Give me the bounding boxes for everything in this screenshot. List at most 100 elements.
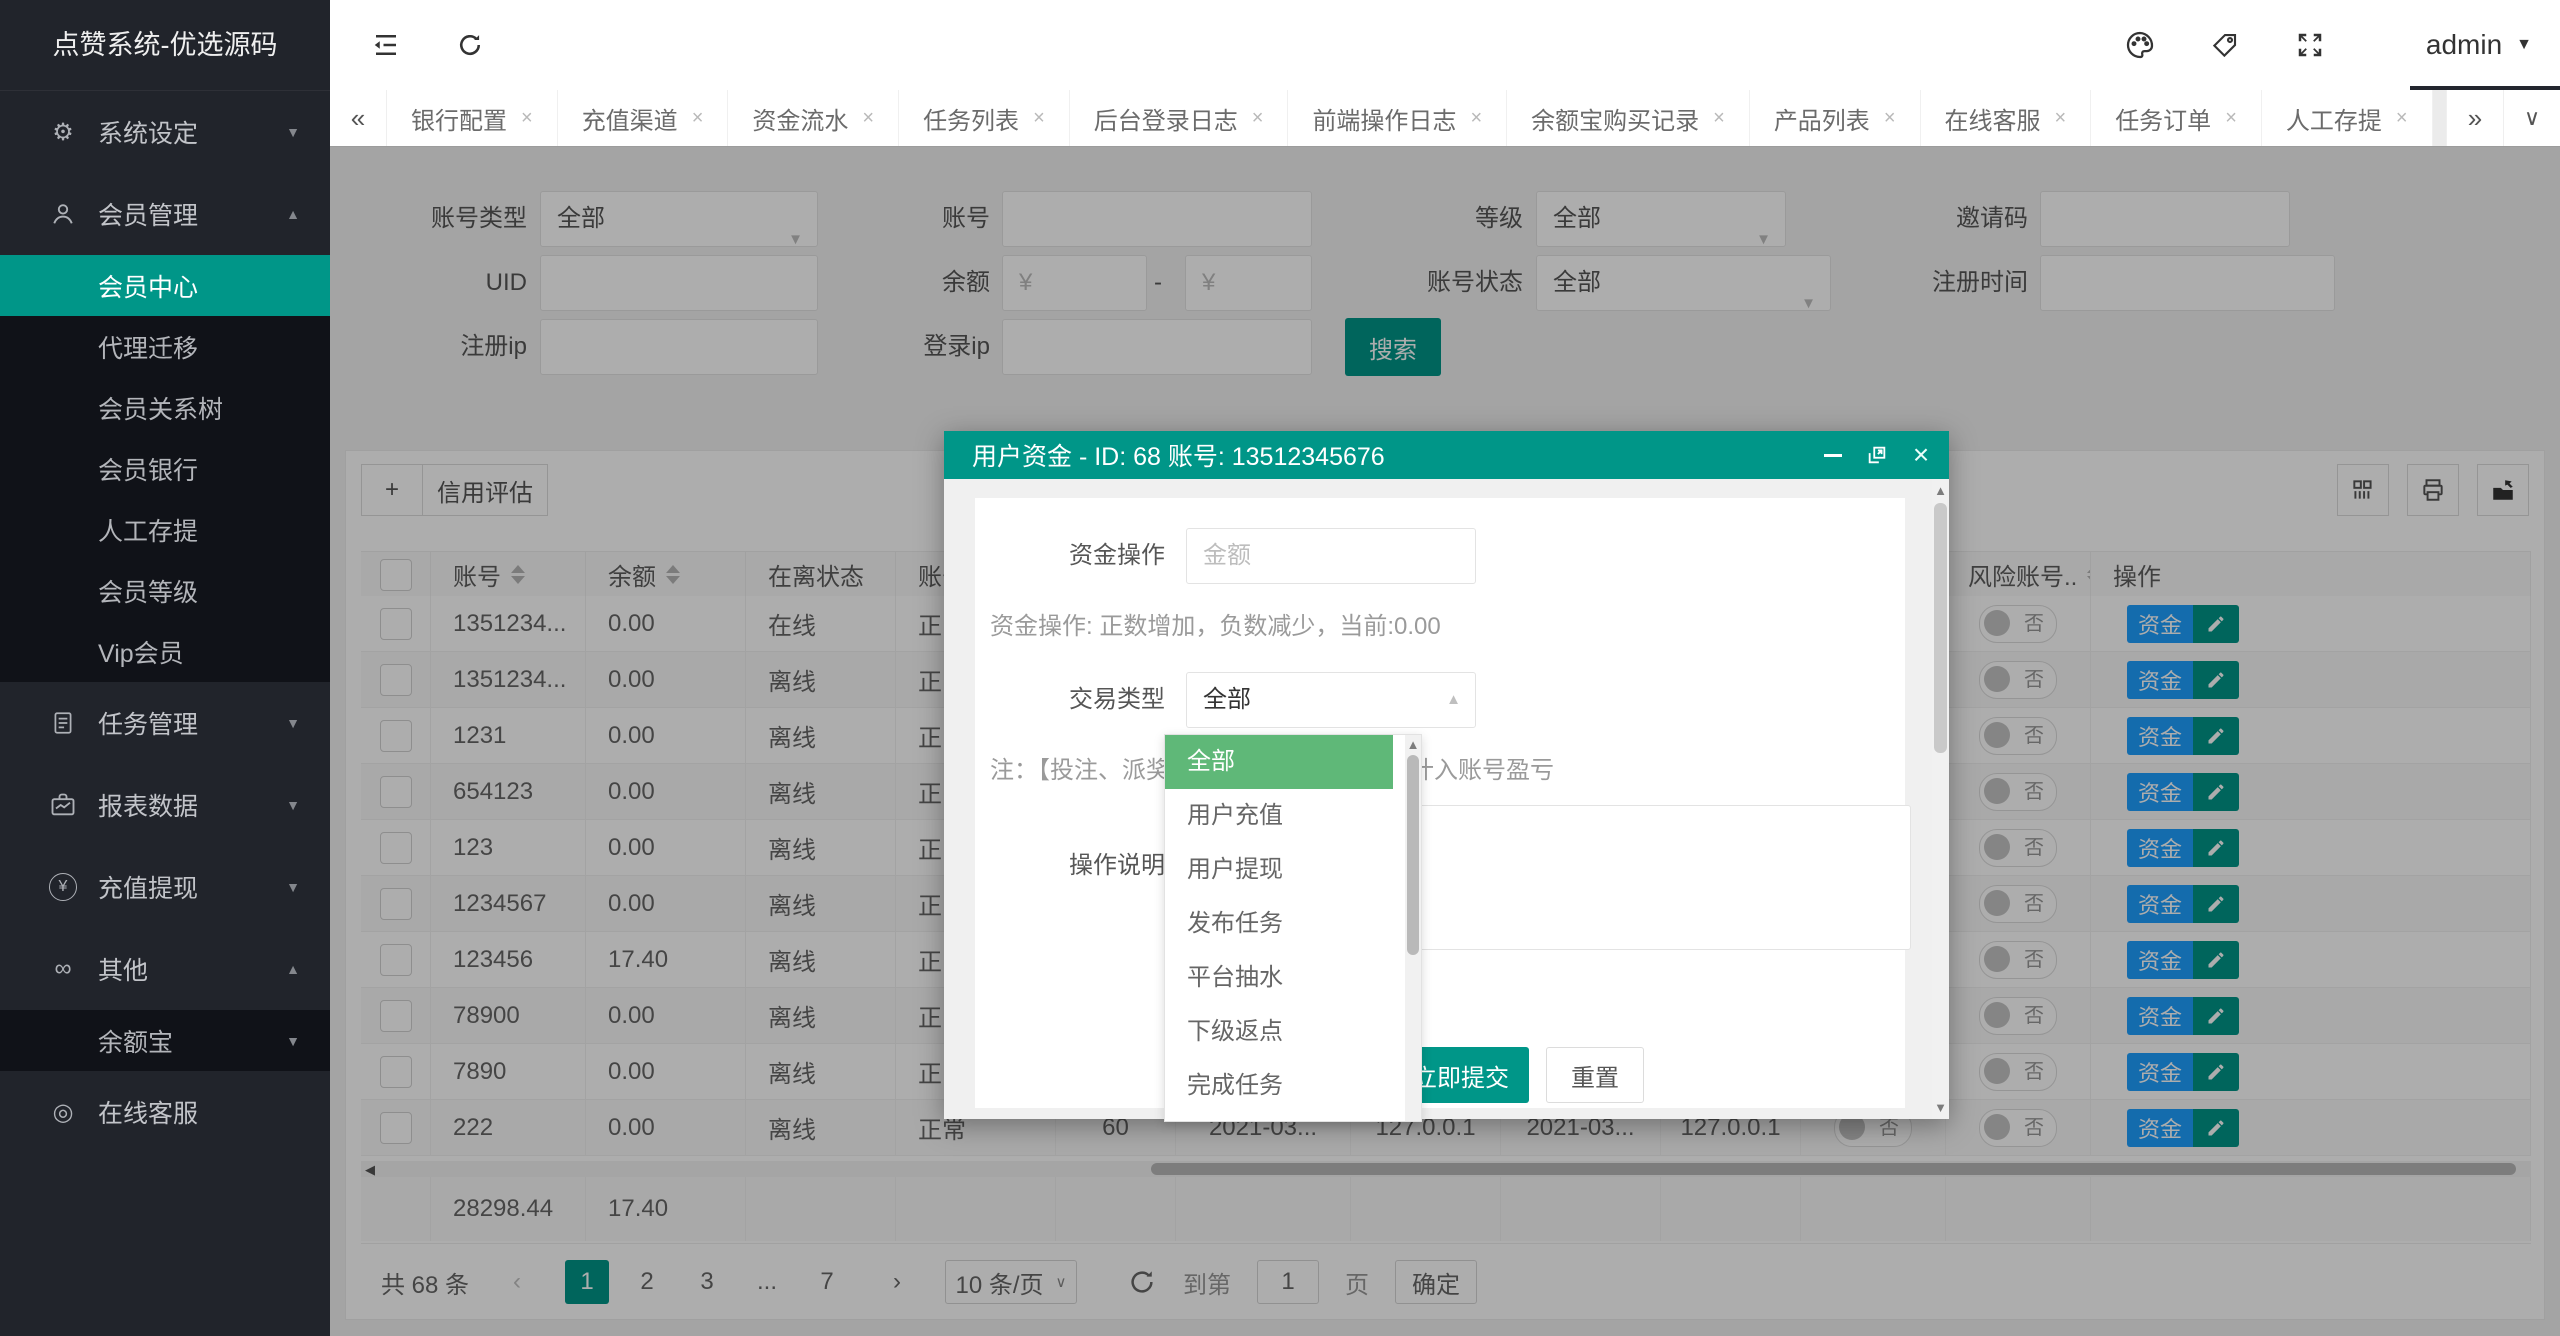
scroll-up-arrow-icon[interactable]: ▲: [1932, 483, 1949, 498]
chevron-up-icon: ▲: [286, 206, 300, 222]
tab-前端操作日志[interactable]: 前端操作日志×: [1288, 90, 1507, 146]
sidebar-subitem-label: 会员银行: [98, 451, 198, 487]
sidebar-item[interactable]: ¥充值提现▼: [0, 846, 330, 928]
close-icon[interactable]: ×: [1713, 107, 1725, 130]
dropdown-option[interactable]: 用户提现: [1165, 843, 1393, 897]
tab-银行配置[interactable]: 银行配置 ×: [387, 90, 558, 146]
dropdown-option[interactable]: 下级返点: [1165, 1005, 1393, 1059]
refresh-icon[interactable]: [440, 0, 500, 90]
maximize-icon[interactable]: [1855, 431, 1899, 479]
close-icon[interactable]: ×: [862, 107, 874, 130]
scroll-up-arrow-icon[interactable]: ▲: [1405, 737, 1421, 752]
dropdown-option[interactable]: 完成任务: [1165, 1059, 1393, 1113]
tab-会员[interactable]: 会员: [2433, 90, 2446, 146]
sidebar-item[interactable]: 报表数据▼: [0, 764, 330, 846]
sidebar-subitem-label: 会员等级: [98, 573, 198, 609]
collapse-sidebar-icon[interactable]: [356, 0, 416, 90]
gear-icon: ⚙: [46, 118, 80, 147]
tag-icon[interactable]: [2195, 0, 2255, 90]
reset-button[interactable]: 重置: [1546, 1047, 1644, 1103]
sidebar-item[interactable]: ⚙系统设定▼: [0, 91, 330, 173]
dropdown-option[interactable]: 平台抽水: [1165, 951, 1393, 1005]
close-icon[interactable]: ×: [1033, 107, 1045, 130]
tabs-scroll-right-icon[interactable]: »: [2446, 90, 2503, 146]
operation-desc-label: 操作说明: [1025, 838, 1165, 894]
app-title: 点赞系统-优选源码: [0, 0, 330, 91]
sidebar-item[interactable]: 任务管理▼: [0, 682, 330, 764]
top-header: admin ▼: [330, 0, 2560, 90]
sidebar-subitem[interactable]: 代理迁移: [0, 316, 330, 377]
close-icon[interactable]: ×: [2055, 107, 2067, 130]
close-icon[interactable]: ×: [692, 107, 704, 130]
user-icon: [46, 200, 80, 228]
sidebar-subitem[interactable]: 会员银行: [0, 438, 330, 499]
sidebar-subitem[interactable]: Vip会员: [0, 621, 330, 682]
sidebar-item-label: 充值提现: [98, 869, 198, 905]
tab-label: 产品列表: [1774, 101, 1870, 136]
close-icon[interactable]: ×: [1470, 107, 1482, 130]
tab-label: 在线客服: [1945, 101, 2041, 136]
modal-scroll-thumb[interactable]: [1934, 503, 1947, 753]
chevron-down-icon: ▼: [286, 124, 300, 140]
sidebar-subitem-label: 会员中心: [98, 268, 198, 304]
sidebar-subitem-label: Vip会员: [98, 634, 184, 670]
fund-amount-input[interactable]: 金额: [1186, 528, 1476, 584]
sidebar-item-label: 报表数据: [98, 787, 198, 823]
tab-产品列表[interactable]: 产品列表 ×: [1750, 90, 1921, 146]
sidebar: 点赞系统-优选源码 ⚙系统设定▼会员管理▲会员中心代理迁移会员关系树会员银行人工…: [0, 0, 330, 1336]
sidebar-item[interactable]: 会员管理▲: [0, 173, 330, 255]
modal-scrollbar[interactable]: ▲ ▼: [1932, 479, 1949, 1119]
close-icon[interactable]: ×: [1884, 107, 1896, 130]
chevron-down-icon: ▼: [2516, 36, 2532, 54]
close-icon[interactable]: ×: [1899, 431, 1943, 479]
tab-在线客服[interactable]: 在线客服 ×: [1921, 90, 2092, 146]
tab-任务订单[interactable]: 任务订单×: [2091, 90, 2262, 146]
dropdown-option[interactable]: 发布任务: [1165, 897, 1393, 951]
sidebar-item-label: 在线客服: [98, 1094, 198, 1130]
tabs-scroll-left-icon[interactable]: «: [330, 90, 387, 146]
dropdown-scroll-thumb[interactable]: [1407, 755, 1419, 955]
trade-type-select[interactable]: 全部 ▲: [1186, 672, 1476, 728]
theme-palette-icon[interactable]: [2110, 0, 2170, 90]
chevron-up-icon: ▲: [286, 961, 300, 977]
user-fund-modal: 用户资金 - ID: 68 账号: 13512345676 × 资金操作 金额 …: [944, 431, 1949, 1119]
sidebar-subitem[interactable]: 余额宝▼: [0, 1010, 330, 1071]
sidebar-subitem[interactable]: 会员等级: [0, 560, 330, 621]
tabs-more-icon[interactable]: ∨: [2503, 90, 2560, 146]
fullscreen-icon[interactable]: [2280, 0, 2340, 90]
tab-余额宝购买记录[interactable]: 余额宝购买记录×: [1507, 90, 1750, 146]
sidebar-subitem-label: 人工存提: [98, 512, 198, 548]
modal-body: 资金操作 金额 资金操作: 正数增加，负数减少，当前:0.00 交易类型 全部 …: [975, 498, 1905, 1108]
sidebar-item[interactable]: ∞其他▲: [0, 928, 330, 1010]
chart-icon: [46, 791, 80, 819]
tab-人工存提[interactable]: 人工存提×: [2262, 90, 2433, 146]
sidebar-subitem[interactable]: 会员关系树: [0, 377, 330, 438]
minimize-icon[interactable]: [1811, 431, 1855, 479]
tab-资金流水[interactable]: 资金流水 ×: [728, 90, 899, 146]
dropdown-scrollbar[interactable]: ▲: [1405, 735, 1421, 1121]
sidebar-item[interactable]: ◎在线客服: [0, 1071, 330, 1153]
sidebar-subitem-label: 代理迁移: [98, 329, 198, 365]
modal-header[interactable]: 用户资金 - ID: 68 账号: 13512345676 ×: [944, 431, 1949, 479]
tab-任务列表[interactable]: 任务列表×: [899, 90, 1070, 146]
close-icon[interactable]: ×: [2225, 107, 2237, 130]
tab-充值渠道[interactable]: 充值渠道×: [558, 90, 729, 146]
close-icon[interactable]: ×: [2396, 107, 2408, 130]
tab-label: 银行配置: [411, 101, 507, 136]
close-icon[interactable]: ×: [1252, 107, 1264, 130]
user-menu[interactable]: admin ▼: [2426, 0, 2532, 90]
sidebar-submenu: 会员中心代理迁移会员关系树会员银行人工存提会员等级 Vip会员: [0, 255, 330, 682]
tab-后台登录日志[interactable]: 后台登录日志×: [1070, 90, 1289, 146]
sidebar-submenu: 余额宝▼: [0, 1010, 330, 1071]
dropdown-option[interactable]: 用户充值: [1165, 789, 1393, 843]
dropdown-option[interactable]: 全部: [1165, 735, 1393, 789]
close-icon[interactable]: ×: [521, 107, 533, 130]
sidebar-subitem-label: 余额宝: [98, 1023, 173, 1059]
coin-icon: ¥: [46, 873, 80, 901]
tab-label: 资金流水: [752, 101, 848, 136]
sidebar-subitem[interactable]: 会员中心: [0, 255, 330, 316]
scroll-down-arrow-icon[interactable]: ▼: [1932, 1100, 1949, 1115]
chevron-up-icon: ▲: [1446, 673, 1461, 727]
chevron-down-icon: ▼: [286, 715, 300, 731]
sidebar-subitem[interactable]: 人工存提: [0, 499, 330, 560]
